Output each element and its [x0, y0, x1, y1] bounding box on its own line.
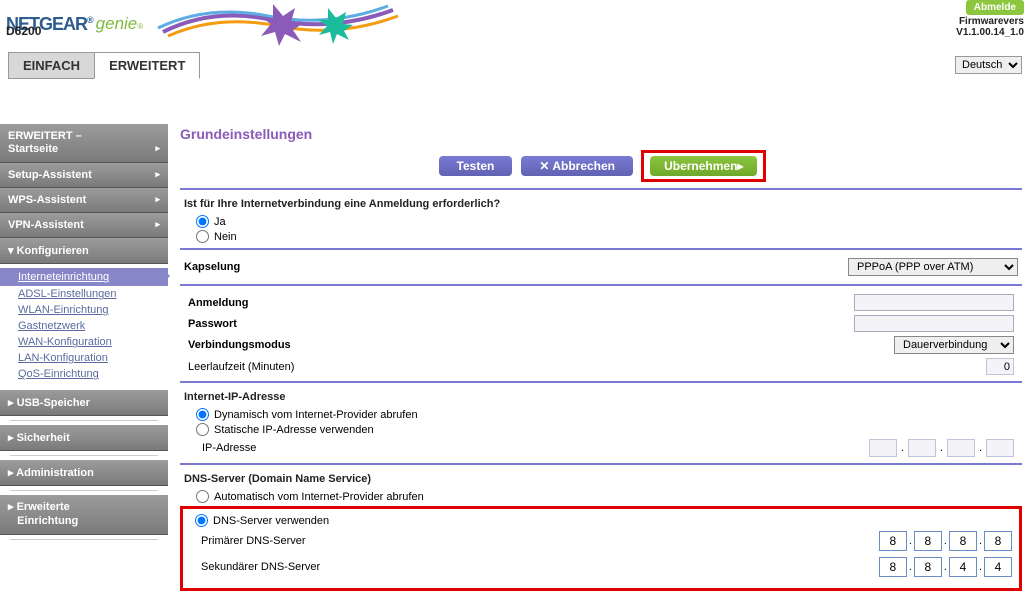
secondary-dns-4[interactable]	[984, 557, 1012, 577]
sidebar-setup-wizard[interactable]: Setup-Assistent▸	[0, 163, 168, 188]
idle-timeout-input[interactable]	[986, 358, 1014, 375]
dns-use-radio[interactable]	[195, 514, 208, 527]
chevron-right-icon: ▸	[8, 467, 16, 479]
firmware-version: V1.1.00.14_1.0	[956, 27, 1024, 38]
password-label: Passwort	[188, 318, 237, 330]
password-input[interactable]	[854, 315, 1014, 332]
dns-highlight-box: DNS-Server verwenden Primärer DNS-Server…	[180, 506, 1022, 591]
dns-heading: DNS-Server (Domain Name Service)	[184, 471, 1018, 489]
ip-address-fields: . . .	[869, 439, 1014, 457]
primary-dns-label: Primärer DNS-Server	[201, 535, 306, 547]
internet-ip-heading: Internet-IP-Adresse	[184, 389, 1018, 407]
language-select[interactable]: Deutsch	[955, 56, 1022, 74]
ip-dynamic-radio[interactable]	[196, 408, 209, 421]
primary-dns-3[interactable]	[949, 531, 977, 551]
logout-button[interactable]: Abmelde	[966, 0, 1024, 15]
secondary-dns-label: Sekundärer DNS-Server	[201, 561, 320, 573]
chevron-right-icon: ▸	[155, 219, 160, 230]
secondary-dns-2[interactable]	[914, 557, 942, 577]
chevron-right-icon: ▸	[8, 501, 17, 513]
chevron-down-icon: ▾	[8, 245, 17, 257]
ip-octet-2[interactable]	[908, 439, 936, 457]
ip-static-radio[interactable]	[196, 423, 209, 436]
sidebar-sub-wlan[interactable]: WLAN-Einrichtung	[0, 302, 168, 318]
page-title: Grundeinstellungen	[180, 124, 1022, 146]
login-question: Ist für Ihre Internetverbindung eine Anm…	[184, 196, 1018, 214]
sidebar-usb[interactable]: ▸ USB-Speicher	[0, 390, 168, 416]
login-yes-label: Ja	[214, 216, 226, 228]
secondary-dns-3[interactable]	[949, 557, 977, 577]
sidebar-admin[interactable]: ▸ Administration	[0, 460, 168, 486]
ip-octet-3[interactable]	[947, 439, 975, 457]
ip-dynamic-label: Dynamisch vom Internet-Provider abrufen	[214, 409, 418, 421]
primary-dns-4[interactable]	[984, 531, 1012, 551]
ip-octet-1[interactable]	[869, 439, 897, 457]
secondary-dns-1[interactable]	[879, 557, 907, 577]
login-label: Anmeldung	[188, 297, 249, 309]
sidebar-wps-wizard[interactable]: WPS-Assistent▸	[0, 188, 168, 213]
primary-dns-1[interactable]	[879, 531, 907, 551]
sidebar-advanced-setup[interactable]: ▸ Erweiterte Einrichtung	[0, 495, 168, 534]
sidebar-home[interactable]: ERWEITERT –Startseite ▸	[0, 124, 168, 163]
chevron-right-icon: ▸	[155, 169, 160, 180]
sidebar-vpn-wizard[interactable]: VPN-Assistent▸	[0, 213, 168, 238]
sidebar-sub-internet[interactable]: Interneteinrichtung	[0, 268, 168, 286]
ip-static-label: Statische IP-Adresse verwenden	[214, 424, 374, 436]
apply-button[interactable]: Ubernehmen▸	[650, 156, 757, 176]
login-input[interactable]	[854, 294, 1014, 311]
tab-basic[interactable]: EINFACH	[8, 52, 94, 79]
cancel-button[interactable]: ✕ Abbrechen	[521, 156, 633, 176]
tab-advanced[interactable]: ERWEITERT	[94, 52, 200, 79]
dns-auto-radio[interactable]	[196, 490, 209, 503]
login-yes-radio[interactable]	[196, 215, 209, 228]
sidebar-sub-qos[interactable]: QoS-Einrichtung	[0, 366, 168, 382]
sidebar-sub-guest[interactable]: Gastnetzwerk	[0, 318, 168, 334]
firmware-label: Firmwarevers	[959, 16, 1024, 27]
sidebar-sub-lan[interactable]: LAN-Konfiguration	[0, 350, 168, 366]
test-button[interactable]: Testen	[439, 156, 513, 176]
chevron-right-icon: ▸	[155, 143, 160, 154]
primary-dns-2[interactable]	[914, 531, 942, 551]
login-no-label: Nein	[214, 231, 237, 243]
genie-text: genie®	[96, 14, 144, 34]
sidebar-sub-adsl[interactable]: ADSL-Einstellungen	[0, 286, 168, 302]
model-label: D6200	[6, 24, 41, 38]
sidebar-configure[interactable]: ▾ Konfigurieren	[0, 238, 168, 264]
ip-address-label: IP-Adresse	[202, 442, 256, 454]
encapsulation-select[interactable]: PPPoA (PPP over ATM)	[848, 258, 1018, 276]
dns-use-label: DNS-Server verwenden	[213, 515, 329, 527]
dns-auto-label: Automatisch vom Internet-Provider abrufe…	[214, 491, 424, 503]
chevron-right-icon: ▸	[8, 397, 17, 409]
genie-logo-swirl	[153, 2, 413, 46]
chevron-right-icon: ▸	[8, 432, 17, 444]
apply-highlight: Ubernehmen▸	[641, 150, 766, 182]
chevron-right-icon: ▸	[155, 194, 160, 205]
sidebar-sub-wan[interactable]: WAN-Konfiguration	[0, 334, 168, 350]
sidebar-security[interactable]: ▸ Sicherheit	[0, 425, 168, 451]
connection-mode-label: Verbindungsmodus	[188, 339, 291, 351]
ip-octet-4[interactable]	[986, 439, 1014, 457]
idle-timeout-label: Leerlaufzeit (Minuten)	[188, 361, 294, 373]
login-no-radio[interactable]	[196, 230, 209, 243]
encapsulation-label: Kapselung	[184, 261, 240, 273]
connection-mode-select[interactable]: Dauerverbindung	[894, 336, 1014, 354]
sidebar: ERWEITERT –Startseite ▸ Setup-Assistent▸…	[0, 124, 168, 601]
